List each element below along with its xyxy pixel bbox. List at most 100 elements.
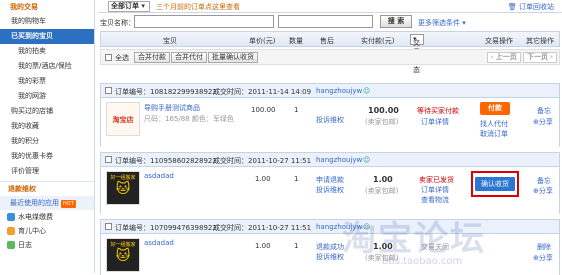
product-logo-text: 好一组搬家: [110, 175, 136, 181]
sidebar-title[interactable]: 我的交易: [0, 0, 94, 14]
seller-link[interactable]: hangzhoujyw: [316, 223, 362, 231]
proxy-pay-link[interactable]: 找人代付: [480, 119, 508, 129]
complaint-link[interactable]: 投诉维权: [316, 252, 344, 262]
batch-confirm-button[interactable]: 批量确认收货: [208, 52, 258, 63]
col-status-dropdown[interactable]: 交易状态 ▾: [410, 34, 424, 74]
merge-proxy-button[interactable]: 合并代付: [171, 52, 207, 63]
order-time: 成交时间：2011-10-27 11:51: [213, 224, 312, 232]
search-input[interactable]: [134, 15, 274, 28]
seller-link[interactable]: hangzhoujyw: [316, 156, 362, 164]
order-filter-label: 全部订单: [111, 2, 139, 10]
col-price: 单价(元): [249, 37, 276, 45]
order-filter-select[interactable]: 全部订单 ▾: [108, 1, 150, 12]
sidebar-item-shops[interactable]: 购买过的店铺: [0, 104, 94, 119]
order-status: 等待买家付款: [417, 107, 459, 115]
sidebar-item-favorites[interactable]: 我的收藏: [0, 119, 94, 134]
sidebar-item-lottery[interactable]: 我的彩票: [0, 74, 94, 89]
product-link[interactable]: asdadad: [144, 239, 174, 247]
total-price: 1.00: [373, 175, 393, 184]
sidebar-app-parenting[interactable]: 育儿中心: [0, 224, 94, 238]
sidebar-item-games[interactable]: 我的网游: [0, 89, 94, 104]
memo-link[interactable]: 备忘: [537, 106, 551, 116]
search-input-secondary[interactable]: [278, 15, 373, 28]
app-label: 育儿中心: [18, 227, 46, 235]
search-button[interactable]: 搜 索: [380, 15, 412, 28]
col-aftersale: 售后: [320, 37, 334, 45]
delete-link[interactable]: 删除: [537, 242, 551, 252]
sidebar-item-tickets[interactable]: 我的票/酒店/保险: [0, 59, 94, 74]
product-logo-text: 淘宝店: [112, 116, 134, 124]
order-body: 好一组搬家 🐱 asdadad 1.00 1 退款成功 投诉维权 1.00 (卖家…: [101, 234, 559, 275]
wangwang-icon[interactable]: ☺: [363, 87, 370, 95]
order-number: 订单编号：108182299938922: [115, 88, 217, 96]
sidebar-item-auction[interactable]: 我的拍卖: [0, 44, 94, 59]
product-image[interactable]: 淘宝店: [106, 102, 140, 136]
sidebar-item-coupons[interactable]: 我的优惠卡券: [0, 149, 94, 164]
table-header: 宝贝 单价(元) 数量 售后 实付款(元) 交易状态 ▾ 交易操作 其它操作: [100, 31, 560, 74]
app-label: 日志: [18, 241, 32, 249]
memo-link[interactable]: 备忘: [537, 176, 551, 186]
sidebar-item-refund[interactable]: 退款维权: [0, 181, 94, 196]
share-link[interactable]: ⊕分享: [533, 253, 553, 263]
order-checkbox[interactable]: [105, 156, 112, 163]
sidebar-item-cart[interactable]: 我的购物车: [0, 14, 94, 29]
product-link[interactable]: asdadad: [144, 172, 174, 180]
merge-pay-button[interactable]: 合并付款: [134, 52, 170, 63]
old-orders-link[interactable]: 三个月前的订单点这里查看: [156, 2, 240, 12]
product-image[interactable]: 好一组搬家 🐱: [106, 238, 140, 272]
order-time: 成交时间：2011-10-27 11:51: [213, 157, 312, 165]
sidebar: 我的交易 我的购物车 已买到的宝贝 我的拍卖 我的票/酒店/保险 我的彩票 我的…: [0, 0, 95, 273]
order-card: 订单编号：110958602828922 成交时间：2011-10-27 11:…: [100, 152, 560, 214]
product-logo-text: 好一组搬家: [110, 242, 136, 248]
prev-page-button[interactable]: ‹ 上一页: [486, 52, 521, 63]
shipping-note: (卖家包邮): [365, 254, 399, 262]
complaint-link[interactable]: 投诉维权: [316, 185, 344, 195]
col-ops: 交易操作: [485, 37, 513, 45]
recent-apps-label: 最近使用的应用: [10, 199, 59, 207]
share-link[interactable]: ⊕分享: [533, 117, 553, 127]
search-label: 宝贝名称：: [100, 19, 135, 27]
wangwang-icon[interactable]: ☺: [363, 156, 370, 164]
order-detail-link[interactable]: 订单详情: [421, 185, 449, 195]
logistics-link[interactable]: 查看物流: [421, 195, 449, 205]
recycle-label: 订单回收站: [519, 3, 554, 11]
next-page-button[interactable]: 下一页 ›: [522, 52, 557, 63]
order-checkbox[interactable]: [105, 223, 112, 230]
sidebar-item-points[interactable]: 我的积分: [0, 134, 94, 149]
refund-status-link[interactable]: 退款成功: [316, 242, 344, 252]
order-number: 订单编号：110958602828922: [115, 157, 217, 165]
recycle-bin-link[interactable]: 🗑 订单回收站: [508, 2, 554, 12]
seller-link[interactable]: hangzhoujyw: [316, 87, 362, 95]
search-row: 宝贝名称： 搜 索 更多筛选条件 ▾: [98, 13, 562, 31]
order-card: 订单编号：107099476398922 成交时间：2011-10-27 11:…: [100, 219, 560, 275]
col-total: 实付款(元): [361, 37, 395, 45]
order-body: 好一组搬家 🐱 asdadad 1.00 1 申请退款 投诉维权 1.00 (卖家…: [101, 167, 559, 214]
order-status: 卖家已发货: [419, 176, 454, 184]
diary-icon: [7, 241, 15, 249]
total-price: 100.00: [368, 106, 399, 115]
sidebar-app-utility[interactable]: 水电煤缴费: [0, 210, 94, 224]
tab-bar: 全部订单 ▾ 三个月前的订单点这里查看 🗑 订单回收站: [98, 0, 562, 13]
order-checkbox[interactable]: [105, 87, 112, 94]
complaint-link[interactable]: 投诉维权: [316, 115, 344, 125]
order-header: 订单编号：108182299938922 成交时间：2011-11-14 14:…: [101, 84, 559, 98]
sidebar-item-bought[interactable]: 已买到的宝贝: [0, 29, 94, 44]
col-item: 宝贝: [163, 37, 177, 45]
cancel-order-link[interactable]: 取消订单: [480, 129, 508, 139]
share-link[interactable]: ⊕分享: [533, 186, 553, 196]
more-filters-link[interactable]: 更多筛选条件 ▾: [418, 18, 466, 28]
refund-link[interactable]: 申请退款: [316, 175, 344, 185]
product-link[interactable]: 导购手册测试商品: [144, 103, 200, 113]
sidebar-app-diary[interactable]: 日志: [0, 238, 94, 252]
pager: ‹ 上一页 下一页 ›: [486, 52, 557, 63]
col-other: 其它操作: [526, 37, 554, 45]
wangwang-icon[interactable]: ☺: [363, 223, 370, 231]
product-image[interactable]: 好一组搬家 🐱: [106, 171, 140, 205]
order-detail-link[interactable]: 订单详情: [421, 117, 449, 127]
total-price: 1.00: [373, 242, 393, 251]
pay-button[interactable]: 付款: [480, 102, 510, 115]
select-all-checkbox[interactable]: [105, 54, 112, 61]
shipping-note: (卖家包邮): [365, 118, 399, 126]
sidebar-item-reviews[interactable]: 评价管理: [0, 164, 94, 179]
order-number: 订单编号：107099476398922: [115, 224, 217, 232]
